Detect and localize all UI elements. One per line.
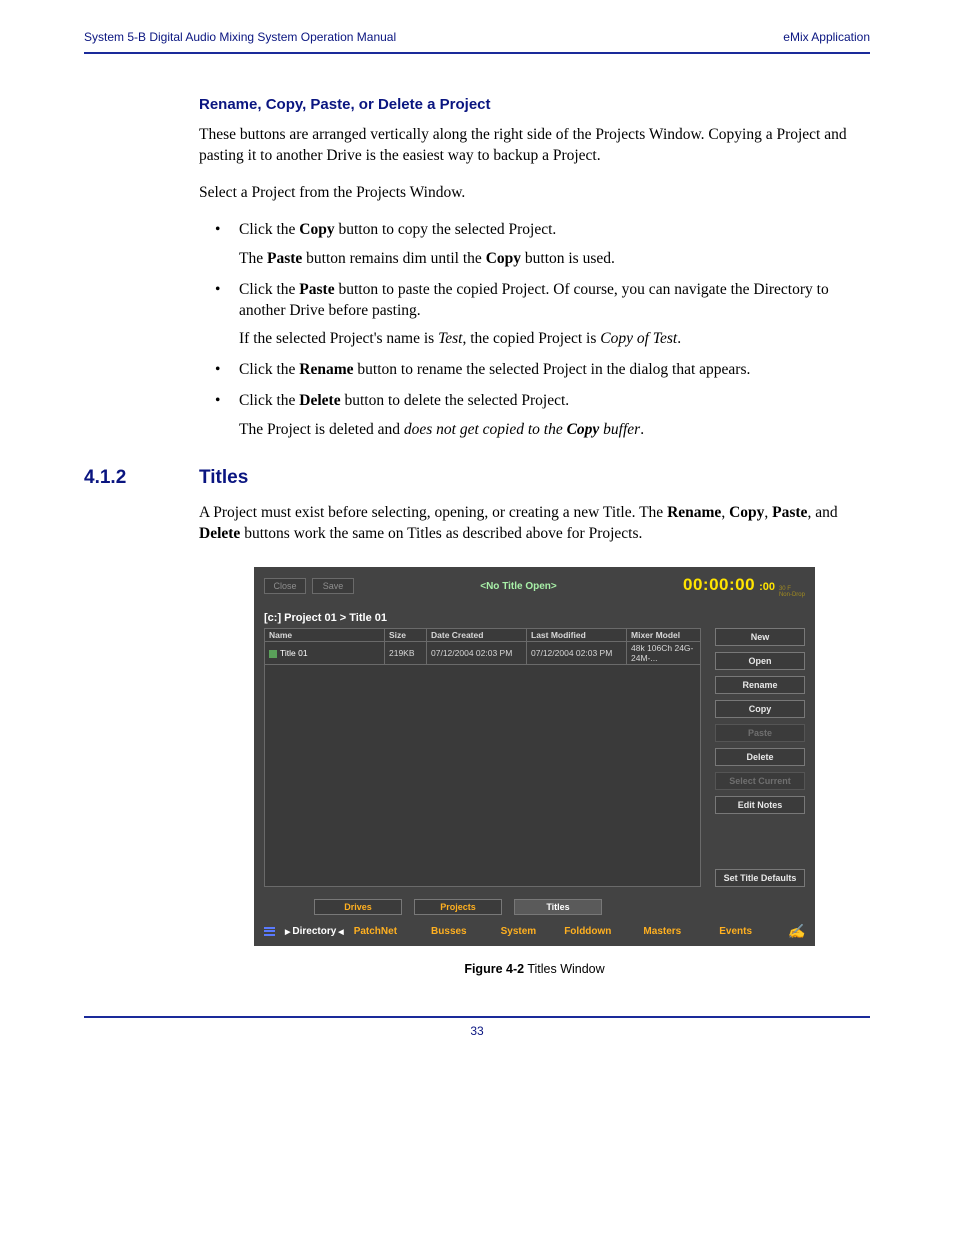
menu-icon[interactable] — [264, 927, 275, 936]
list-item: Click the Paste button to paste the copi… — [239, 280, 870, 351]
header-right: eMix Application — [783, 30, 870, 44]
save-button[interactable]: Save — [312, 578, 354, 594]
nav-busses[interactable]: Busses — [431, 926, 467, 937]
list-item: Click the Copy button to copy the select… — [239, 220, 870, 270]
nav-masters[interactable]: Masters — [643, 926, 681, 937]
title-file-icon — [269, 650, 277, 658]
new-button[interactable]: New — [715, 628, 805, 646]
col-size[interactable]: Size — [385, 628, 427, 641]
header-left: System 5-B Digital Audio Mixing System O… — [84, 30, 396, 44]
titles-window-screenshot: Close Save <No Title Open> 00:00:00:00 3… — [254, 567, 815, 946]
nav-patchnet[interactable]: PatchNet — [354, 926, 397, 937]
titles-table: Name Size Date Created Last Modified Mix… — [264, 628, 701, 887]
nav-folddown[interactable]: Folddown — [564, 926, 611, 937]
header-rule — [84, 52, 870, 54]
path-breadcrumb: [c:] Project 01 > Title 01 — [264, 612, 805, 624]
cursor-icon: ✍ — [788, 923, 805, 940]
nav-directory[interactable]: Directory — [285, 926, 344, 937]
delete-button[interactable]: Delete — [715, 748, 805, 766]
open-button[interactable]: Open — [715, 652, 805, 670]
action-sidebar: New Open Rename Copy Paste Delete Select… — [715, 628, 805, 887]
close-button[interactable]: Close — [264, 578, 306, 594]
edit-notes-button[interactable]: Edit Notes — [715, 796, 805, 814]
list-item: Click the Rename button to rename the se… — [239, 360, 870, 381]
section-title: Titles — [199, 467, 248, 489]
col-name[interactable]: Name — [265, 628, 385, 641]
running-header: System 5-B Digital Audio Mixing System O… — [84, 30, 870, 52]
nav-events[interactable]: Events — [719, 926, 752, 937]
col-last-modified[interactable]: Last Modified — [527, 628, 627, 641]
table-header-row: Name Size Date Created Last Modified Mix… — [265, 628, 701, 641]
copy-button[interactable]: Copy — [715, 700, 805, 718]
intro-paragraph-1: These buttons are arranged vertically al… — [199, 125, 870, 167]
page-number: 33 — [84, 1024, 870, 1038]
instruction-list: Click the Copy button to copy the select… — [199, 220, 870, 441]
timecode-display: 00:00:00:00 30 F Non-Drop — [683, 575, 805, 598]
titles-paragraph: A Project must exist before selecting, o… — [199, 503, 870, 545]
nav-system[interactable]: System — [501, 926, 537, 937]
set-title-defaults-button[interactable]: Set Title Defaults — [715, 869, 805, 887]
location-tabs: Drives Projects Titles — [264, 899, 805, 915]
rename-button[interactable]: Rename — [715, 676, 805, 694]
paste-button[interactable]: Paste — [715, 724, 805, 742]
subsection-heading: Rename, Copy, Paste, or Delete a Project — [199, 96, 870, 113]
col-mixer-model[interactable]: Mixer Model — [627, 628, 701, 641]
tab-projects[interactable]: Projects — [414, 899, 502, 915]
bottom-nav: Directory PatchNet Busses System Folddow… — [264, 923, 805, 940]
footer-rule — [84, 1016, 870, 1018]
select-current-button[interactable]: Select Current — [715, 772, 805, 790]
section-heading-row: 4.1.2 Titles — [84, 467, 870, 489]
open-title-indicator: <No Title Open> — [480, 581, 557, 592]
figure-caption: Figure 4-2 Titles Window — [199, 962, 870, 976]
section-number: 4.1.2 — [84, 467, 199, 489]
list-item: Click the Delete button to delete the se… — [239, 391, 870, 441]
figure: Close Save <No Title Open> 00:00:00:00 3… — [199, 567, 870, 976]
table-empty-area — [264, 665, 701, 887]
table-row[interactable]: Title 01 219KB 07/12/2004 02:03 PM 07/12… — [265, 641, 701, 664]
tab-drives[interactable]: Drives — [314, 899, 402, 915]
intro-paragraph-2: Select a Project from the Projects Windo… — [199, 183, 870, 204]
tab-titles[interactable]: Titles — [514, 899, 602, 915]
col-date-created[interactable]: Date Created — [427, 628, 527, 641]
